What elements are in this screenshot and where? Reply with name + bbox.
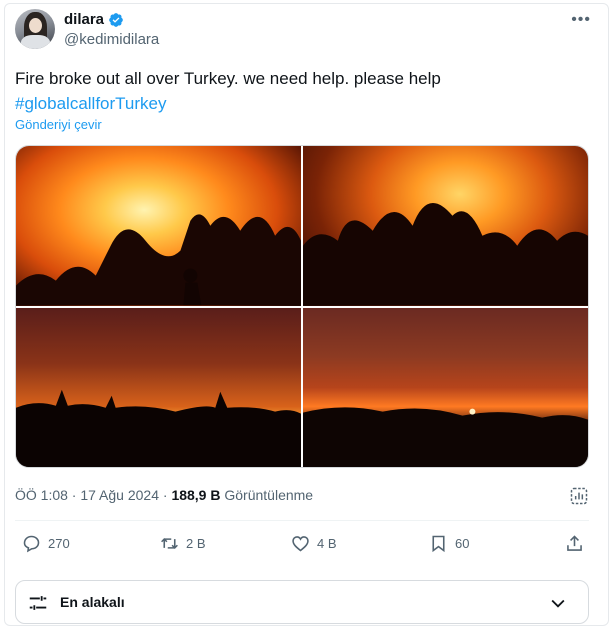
share-button[interactable] (564, 533, 585, 554)
action-bar: 270 2 B 4 B 60 (15, 533, 589, 561)
bookmark-icon (432, 535, 445, 553)
view-count: 188,9 B (171, 487, 221, 503)
display-name[interactable]: dilara (64, 11, 104, 28)
reply-sort-dropdown[interactable]: En alakalı (15, 580, 589, 624)
sliders-icon (29, 596, 47, 610)
timestamp[interactable]: ÖÖ 1:08 · 17 Ağu 2024 · (15, 487, 171, 503)
fire-photo-1[interactable] (16, 146, 301, 306)
bookmark-button[interactable]: 60 (428, 533, 469, 554)
tweet-body: Fire broke out all over Turkey. we need … (15, 66, 585, 116)
repost-button[interactable]: 2 B (159, 533, 206, 554)
fire-photo-3[interactable] (16, 307, 301, 467)
like-count: 4 B (317, 536, 337, 551)
reply-count: 270 (48, 536, 70, 551)
share-icon (567, 535, 582, 551)
tweet-header: dilara @kedimidilara ••• (15, 9, 595, 53)
reply-icon (23, 535, 40, 553)
tweet-text: Fire broke out all over Turkey. we need … (15, 69, 441, 88)
verified-badge-icon (109, 12, 123, 27)
hashtag-link[interactable]: #globalcallforTurkey (15, 91, 585, 116)
fire-photo-2[interactable] (303, 146, 588, 306)
avatar[interactable] (15, 9, 55, 49)
chevron-down-icon (551, 599, 565, 608)
like-button[interactable]: 4 B (290, 533, 337, 554)
repost-icon (161, 538, 178, 549)
heart-icon (292, 536, 309, 552)
more-options-button[interactable]: ••• (571, 11, 591, 29)
divider (15, 520, 589, 521)
translate-link[interactable]: Gönderiyi çevir (15, 117, 102, 132)
fire-photo-4[interactable] (303, 307, 588, 467)
repost-count: 2 B (186, 536, 206, 551)
media-grid (15, 145, 589, 468)
views-label: Görüntülenme (220, 487, 314, 503)
user-handle[interactable]: @kedimidilara (64, 31, 159, 48)
reply-button[interactable]: 270 (21, 533, 70, 554)
tweet-meta: ÖÖ 1:08 · 17 Ağu 2024 · 188,9 B Görüntül… (15, 487, 313, 503)
bookmark-count: 60 (455, 536, 470, 551)
author-name-row[interactable]: dilara (64, 11, 124, 28)
analytics-icon[interactable] (569, 486, 589, 506)
sort-label: En alakalı (60, 594, 125, 610)
